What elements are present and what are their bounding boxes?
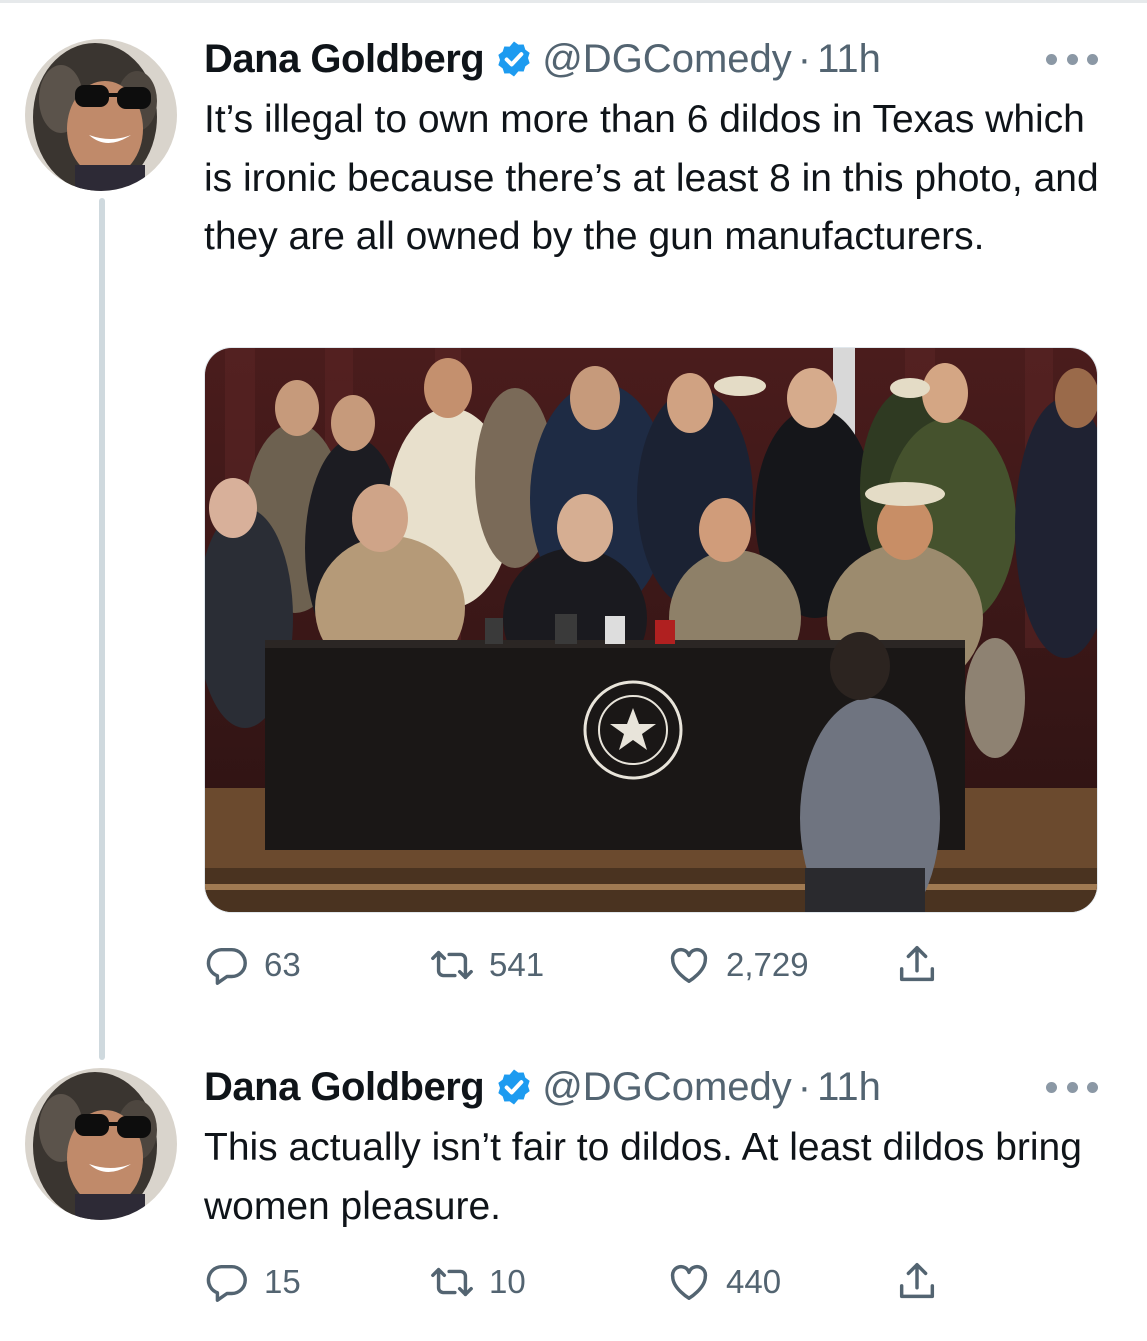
author-handle[interactable]: @DGComedy <box>542 37 792 82</box>
share-icon <box>899 946 935 982</box>
author-name[interactable]: Dana Goldberg <box>204 1065 485 1110</box>
avatar-photo <box>25 39 177 191</box>
tweet-text: This actually isn’t fair to dildos. At l… <box>204 1126 1082 1228</box>
reply-count: 63 <box>264 946 301 983</box>
tweet-actions: 63 541 2,729 <box>204 935 964 995</box>
press-conference-photo <box>205 348 1097 912</box>
share-button[interactable] <box>894 1252 940 1312</box>
timestamp[interactable]: 11h <box>817 37 881 82</box>
retweet-count: 541 <box>489 946 545 983</box>
retweet-count: 10 <box>489 1263 526 1300</box>
reply-icon <box>206 947 247 985</box>
verified-badge-icon <box>498 1069 530 1105</box>
more-options-icon[interactable] <box>1046 1077 1098 1097</box>
retweet-icon <box>431 1267 473 1297</box>
avatar[interactable] <box>25 1068 177 1220</box>
like-icon <box>670 947 708 984</box>
thread-connector-line <box>99 198 105 1060</box>
more-options-icon[interactable] <box>1046 49 1098 69</box>
reply-button[interactable]: 15 <box>204 1252 301 1312</box>
tweet-photo[interactable] <box>204 347 1098 913</box>
separator-dot: · <box>797 1064 812 1109</box>
reply-button[interactable]: 63 <box>204 935 301 995</box>
retweet-icon <box>431 950 473 980</box>
like-count: 2,729 <box>726 946 809 983</box>
like-icon <box>670 1264 708 1301</box>
like-button[interactable]: 2,729 <box>666 935 809 995</box>
timestamp[interactable]: 11h <box>817 1065 881 1110</box>
reply-count: 15 <box>264 1263 301 1300</box>
avatar-photo <box>25 1068 177 1220</box>
share-icon <box>899 1263 935 1299</box>
tweet-text: It’s illegal to own more than 6 dildos i… <box>204 98 1099 258</box>
author-handle[interactable]: @DGComedy <box>542 1065 792 1110</box>
author-name[interactable]: Dana Goldberg <box>204 37 485 82</box>
retweet-button[interactable]: 10 <box>429 1252 526 1312</box>
top-divider <box>0 0 1147 3</box>
like-count: 440 <box>726 1263 782 1300</box>
like-button[interactable]: 440 <box>666 1252 781 1312</box>
verified-badge-icon <box>498 41 530 77</box>
separator-dot: · <box>797 36 812 81</box>
tweet-header: Dana Goldberg @DGComedy · 11h <box>204 34 881 84</box>
avatar[interactable] <box>25 39 177 191</box>
tweet-header: Dana Goldberg @DGComedy · 11h <box>204 1062 881 1112</box>
share-button[interactable] <box>894 935 940 995</box>
reply-icon <box>206 1264 247 1302</box>
retweet-button[interactable]: 541 <box>429 935 544 995</box>
tweet-actions: 15 10 440 <box>204 1252 964 1312</box>
